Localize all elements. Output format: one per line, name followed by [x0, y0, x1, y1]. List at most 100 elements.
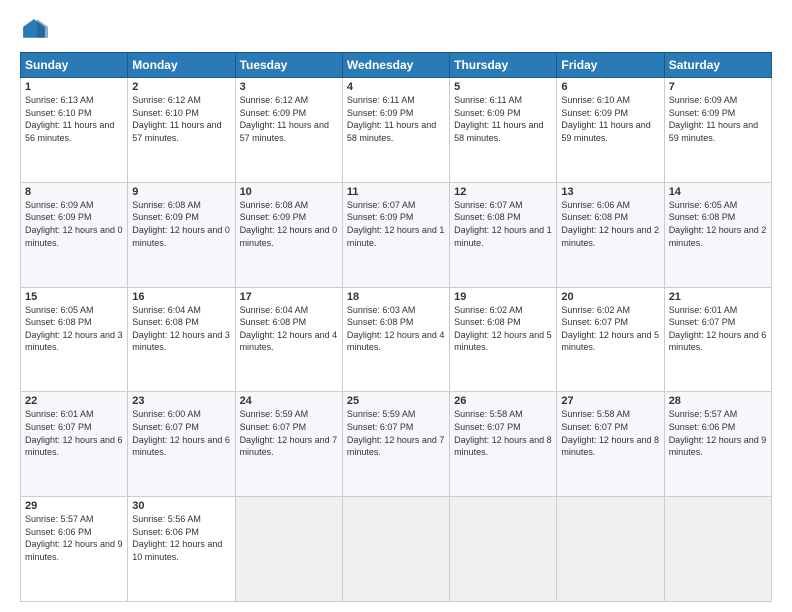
day-number: 15	[25, 291, 123, 303]
day-number: 3	[240, 81, 338, 93]
day-details: Sunrise: 6:01 AM Sunset: 6:07 PM Dayligh…	[669, 304, 767, 354]
calendar-cell	[235, 497, 342, 602]
day-number: 12	[454, 186, 552, 198]
calendar-cell: 21 Sunrise: 6:01 AM Sunset: 6:07 PM Dayl…	[664, 287, 771, 392]
calendar-cell: 3 Sunrise: 6:12 AM Sunset: 6:09 PM Dayli…	[235, 78, 342, 183]
day-number: 8	[25, 186, 123, 198]
day-number: 17	[240, 291, 338, 303]
day-details: Sunrise: 5:58 AM Sunset: 6:07 PM Dayligh…	[454, 408, 552, 458]
day-details: Sunrise: 6:04 AM Sunset: 6:08 PM Dayligh…	[132, 304, 230, 354]
day-details: Sunrise: 5:56 AM Sunset: 6:06 PM Dayligh…	[132, 513, 230, 563]
day-number: 25	[347, 395, 445, 407]
day-details: Sunrise: 6:11 AM Sunset: 6:09 PM Dayligh…	[454, 94, 552, 144]
week-row-4: 22 Sunrise: 6:01 AM Sunset: 6:07 PM Dayl…	[21, 392, 772, 497]
calendar-cell: 2 Sunrise: 6:12 AM Sunset: 6:10 PM Dayli…	[128, 78, 235, 183]
day-header-saturday: Saturday	[664, 53, 771, 78]
calendar-cell: 30 Sunrise: 5:56 AM Sunset: 6:06 PM Dayl…	[128, 497, 235, 602]
calendar-cell: 13 Sunrise: 6:06 AM Sunset: 6:08 PM Dayl…	[557, 182, 664, 287]
calendar-cell: 29 Sunrise: 5:57 AM Sunset: 6:06 PM Dayl…	[21, 497, 128, 602]
day-details: Sunrise: 6:02 AM Sunset: 6:07 PM Dayligh…	[561, 304, 659, 354]
day-number: 22	[25, 395, 123, 407]
calendar-cell: 6 Sunrise: 6:10 AM Sunset: 6:09 PM Dayli…	[557, 78, 664, 183]
day-number: 4	[347, 81, 445, 93]
calendar-cell: 1 Sunrise: 6:13 AM Sunset: 6:10 PM Dayli…	[21, 78, 128, 183]
day-number: 5	[454, 81, 552, 93]
calendar-cell: 15 Sunrise: 6:05 AM Sunset: 6:08 PM Dayl…	[21, 287, 128, 392]
day-details: Sunrise: 6:05 AM Sunset: 6:08 PM Dayligh…	[25, 304, 123, 354]
day-details: Sunrise: 6:00 AM Sunset: 6:07 PM Dayligh…	[132, 408, 230, 458]
calendar-cell: 9 Sunrise: 6:08 AM Sunset: 6:09 PM Dayli…	[128, 182, 235, 287]
calendar-cell: 22 Sunrise: 6:01 AM Sunset: 6:07 PM Dayl…	[21, 392, 128, 497]
day-details: Sunrise: 6:04 AM Sunset: 6:08 PM Dayligh…	[240, 304, 338, 354]
day-number: 30	[132, 500, 230, 512]
day-details: Sunrise: 6:02 AM Sunset: 6:08 PM Dayligh…	[454, 304, 552, 354]
calendar-cell: 17 Sunrise: 6:04 AM Sunset: 6:08 PM Dayl…	[235, 287, 342, 392]
calendar-cell	[557, 497, 664, 602]
day-details: Sunrise: 6:09 AM Sunset: 6:09 PM Dayligh…	[669, 94, 767, 144]
day-details: Sunrise: 5:59 AM Sunset: 6:07 PM Dayligh…	[347, 408, 445, 458]
calendar-cell: 8 Sunrise: 6:09 AM Sunset: 6:09 PM Dayli…	[21, 182, 128, 287]
day-number: 18	[347, 291, 445, 303]
day-header-monday: Monday	[128, 53, 235, 78]
calendar-cell: 14 Sunrise: 6:05 AM Sunset: 6:08 PM Dayl…	[664, 182, 771, 287]
day-number: 11	[347, 186, 445, 198]
day-details: Sunrise: 5:57 AM Sunset: 6:06 PM Dayligh…	[669, 408, 767, 458]
day-details: Sunrise: 6:12 AM Sunset: 6:10 PM Dayligh…	[132, 94, 230, 144]
day-details: Sunrise: 6:03 AM Sunset: 6:08 PM Dayligh…	[347, 304, 445, 354]
calendar-cell: 27 Sunrise: 5:58 AM Sunset: 6:07 PM Dayl…	[557, 392, 664, 497]
day-number: 20	[561, 291, 659, 303]
calendar-cell	[450, 497, 557, 602]
day-details: Sunrise: 6:09 AM Sunset: 6:09 PM Dayligh…	[25, 199, 123, 249]
day-header-wednesday: Wednesday	[342, 53, 449, 78]
calendar-cell	[342, 497, 449, 602]
calendar-cell: 28 Sunrise: 5:57 AM Sunset: 6:06 PM Dayl…	[664, 392, 771, 497]
day-number: 2	[132, 81, 230, 93]
calendar-cell: 4 Sunrise: 6:11 AM Sunset: 6:09 PM Dayli…	[342, 78, 449, 183]
day-number: 29	[25, 500, 123, 512]
calendar-cell: 7 Sunrise: 6:09 AM Sunset: 6:09 PM Dayli…	[664, 78, 771, 183]
day-number: 26	[454, 395, 552, 407]
day-details: Sunrise: 6:05 AM Sunset: 6:08 PM Dayligh…	[669, 199, 767, 249]
calendar-cell: 25 Sunrise: 5:59 AM Sunset: 6:07 PM Dayl…	[342, 392, 449, 497]
day-details: Sunrise: 5:59 AM Sunset: 6:07 PM Dayligh…	[240, 408, 338, 458]
day-number: 24	[240, 395, 338, 407]
calendar-table: SundayMondayTuesdayWednesdayThursdayFrid…	[20, 52, 772, 602]
calendar-cell: 5 Sunrise: 6:11 AM Sunset: 6:09 PM Dayli…	[450, 78, 557, 183]
day-details: Sunrise: 6:06 AM Sunset: 6:08 PM Dayligh…	[561, 199, 659, 249]
day-number: 13	[561, 186, 659, 198]
day-header-friday: Friday	[557, 53, 664, 78]
calendar-cell: 24 Sunrise: 5:59 AM Sunset: 6:07 PM Dayl…	[235, 392, 342, 497]
day-number: 28	[669, 395, 767, 407]
day-details: Sunrise: 6:07 AM Sunset: 6:08 PM Dayligh…	[454, 199, 552, 249]
week-row-5: 29 Sunrise: 5:57 AM Sunset: 6:06 PM Dayl…	[21, 497, 772, 602]
day-number: 9	[132, 186, 230, 198]
day-details: Sunrise: 6:12 AM Sunset: 6:09 PM Dayligh…	[240, 94, 338, 144]
day-header-thursday: Thursday	[450, 53, 557, 78]
day-number: 27	[561, 395, 659, 407]
day-number: 19	[454, 291, 552, 303]
day-details: Sunrise: 6:10 AM Sunset: 6:09 PM Dayligh…	[561, 94, 659, 144]
day-number: 7	[669, 81, 767, 93]
calendar-cell: 20 Sunrise: 6:02 AM Sunset: 6:07 PM Dayl…	[557, 287, 664, 392]
calendar-cell: 12 Sunrise: 6:07 AM Sunset: 6:08 PM Dayl…	[450, 182, 557, 287]
day-details: Sunrise: 6:07 AM Sunset: 6:09 PM Dayligh…	[347, 199, 445, 249]
calendar-cell: 10 Sunrise: 6:08 AM Sunset: 6:09 PM Dayl…	[235, 182, 342, 287]
calendar-cell: 19 Sunrise: 6:02 AM Sunset: 6:08 PM Dayl…	[450, 287, 557, 392]
logo-icon	[20, 16, 48, 44]
logo	[20, 16, 52, 44]
day-number: 10	[240, 186, 338, 198]
day-details: Sunrise: 6:08 AM Sunset: 6:09 PM Dayligh…	[132, 199, 230, 249]
day-header-sunday: Sunday	[21, 53, 128, 78]
page: SundayMondayTuesdayWednesdayThursdayFrid…	[0, 0, 792, 612]
day-number: 21	[669, 291, 767, 303]
day-details: Sunrise: 5:58 AM Sunset: 6:07 PM Dayligh…	[561, 408, 659, 458]
calendar-cell: 16 Sunrise: 6:04 AM Sunset: 6:08 PM Dayl…	[128, 287, 235, 392]
calendar-cell: 23 Sunrise: 6:00 AM Sunset: 6:07 PM Dayl…	[128, 392, 235, 497]
week-row-3: 15 Sunrise: 6:05 AM Sunset: 6:08 PM Dayl…	[21, 287, 772, 392]
calendar-cell: 11 Sunrise: 6:07 AM Sunset: 6:09 PM Dayl…	[342, 182, 449, 287]
calendar-cell	[664, 497, 771, 602]
day-number: 14	[669, 186, 767, 198]
day-number: 23	[132, 395, 230, 407]
calendar-cell: 26 Sunrise: 5:58 AM Sunset: 6:07 PM Dayl…	[450, 392, 557, 497]
week-row-1: 1 Sunrise: 6:13 AM Sunset: 6:10 PM Dayli…	[21, 78, 772, 183]
